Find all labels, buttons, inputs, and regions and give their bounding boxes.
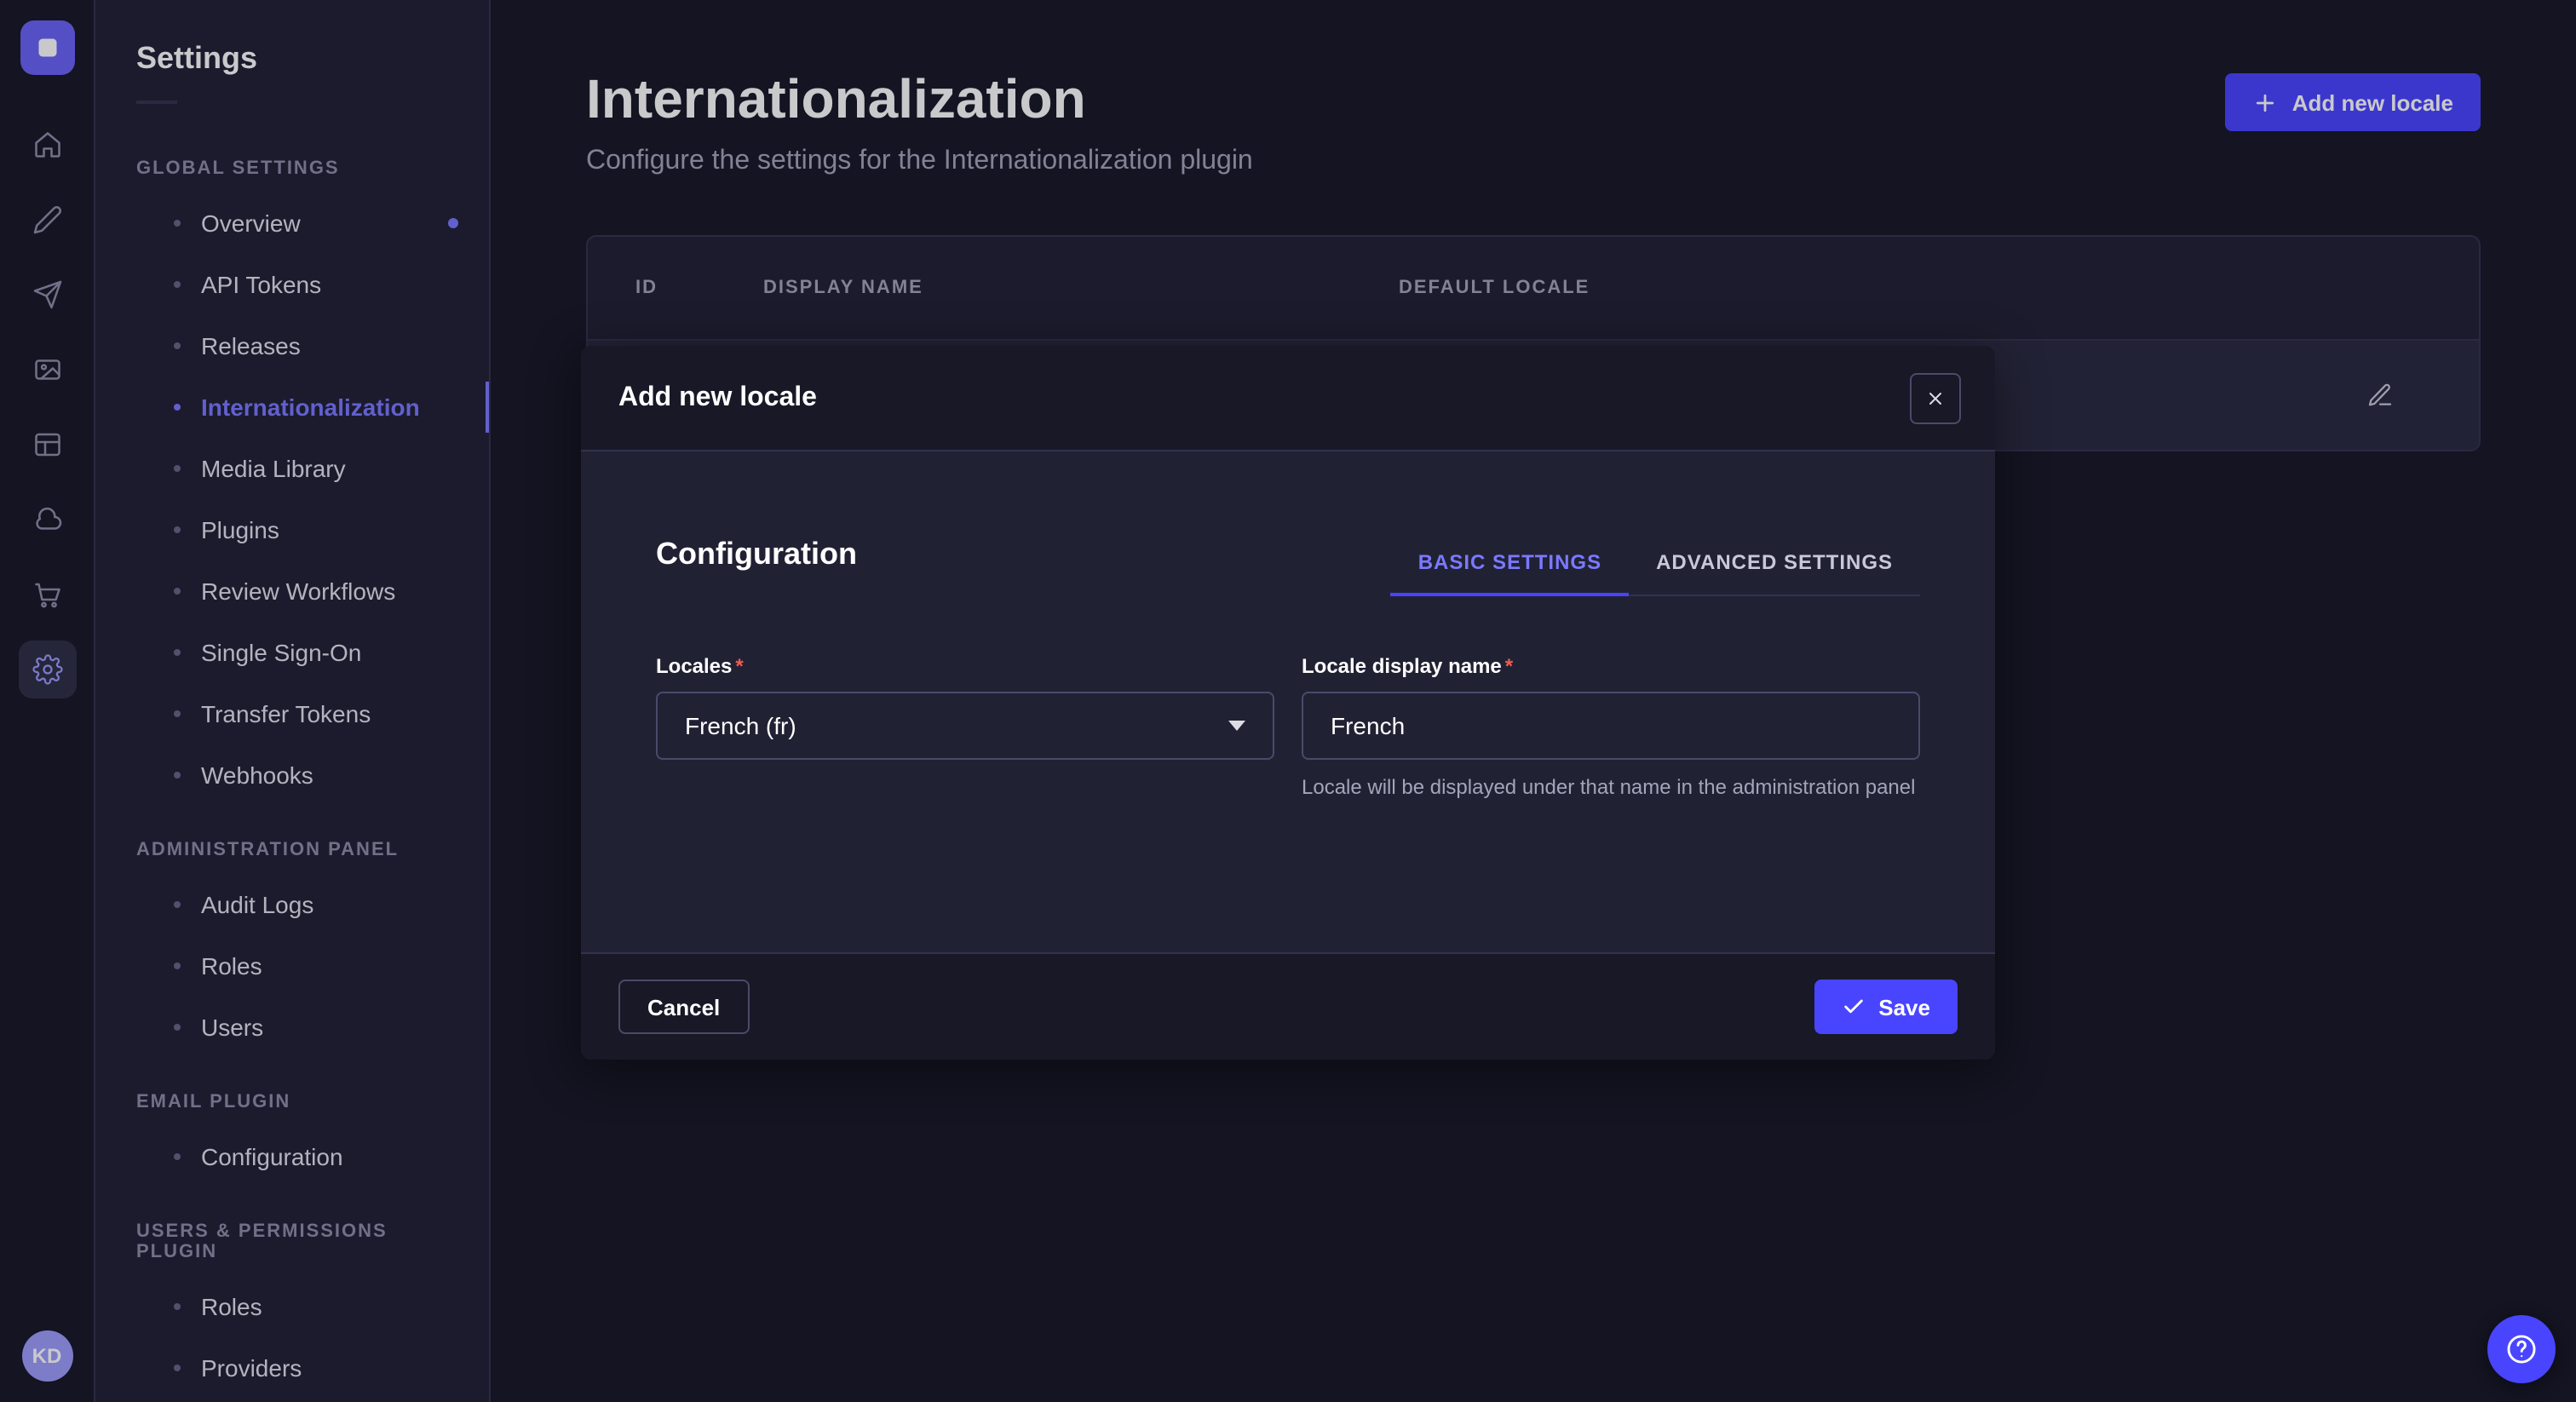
save-button-label: Save: [1878, 994, 1930, 1020]
cancel-button[interactable]: Cancel: [618, 980, 749, 1034]
check-icon: [1841, 995, 1865, 1019]
display-name-field-label: Locale display name*: [1302, 654, 1920, 678]
modal-header: Add new locale: [581, 346, 1995, 451]
close-icon: [1925, 388, 1946, 408]
modal-footer: Cancel Save: [581, 952, 1995, 1060]
locales-field: Locales* French (fr): [656, 654, 1274, 801]
field-label-text: Locales: [656, 654, 732, 678]
field-label-text: Locale display name: [1302, 654, 1502, 678]
app-window: KD Settings GLOBAL SETTINGS Overview API…: [0, 0, 2576, 1402]
modal-body: Configuration BASIC SETTINGS ADVANCED SE…: [581, 451, 1995, 952]
required-asterisk: *: [1505, 654, 1513, 678]
tab-basic-settings[interactable]: BASIC SETTINGS: [1391, 550, 1629, 595]
question-circle-icon: [2503, 1330, 2540, 1368]
add-locale-modal: Add new locale Configuration BASIC SETTI…: [581, 346, 1995, 1060]
display-name-hint: Locale will be displayed under that name…: [1302, 773, 1920, 801]
locale-display-name-input[interactable]: [1302, 692, 1920, 760]
modal-title: Add new locale: [618, 382, 817, 413]
configuration-heading: Configuration: [656, 537, 857, 572]
locales-select[interactable]: French (fr): [656, 692, 1274, 760]
close-modal-button[interactable]: [1910, 372, 1961, 423]
tab-advanced-settings[interactable]: ADVANCED SETTINGS: [1629, 550, 1920, 595]
required-asterisk: *: [735, 654, 743, 678]
help-button[interactable]: [2487, 1315, 2556, 1383]
settings-tabs: BASIC SETTINGS ADVANCED SETTINGS: [1391, 550, 1920, 596]
chevron-down-icon: [1228, 721, 1245, 731]
locales-select-value: French (fr): [685, 712, 796, 739]
locales-field-label: Locales*: [656, 654, 1274, 678]
display-name-field: Locale display name* Locale will be disp…: [1302, 654, 1920, 801]
save-button[interactable]: Save: [1814, 980, 1958, 1034]
